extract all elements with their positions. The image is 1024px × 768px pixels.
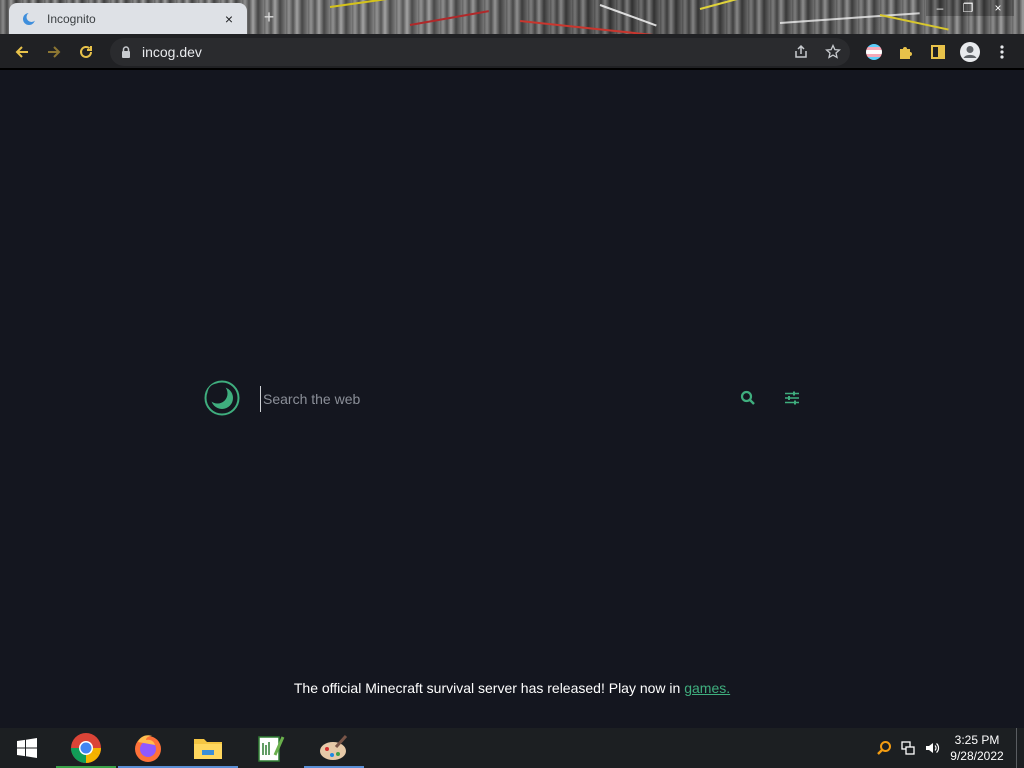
taskbar-notepad[interactable] [240,728,300,768]
tab-title: Incognito [47,11,96,26]
extension-flag-button[interactable] [862,40,886,64]
flag-extension-icon [866,44,882,60]
share-icon [795,44,807,58]
puzzle-icon [900,47,912,59]
search-bar [204,380,814,416]
announcement-text: The official Minecraft survival server h… [293,680,685,696]
url-text: incog.dev [142,44,202,60]
lock-icon [122,46,130,58]
search-icon [740,390,755,405]
page-content: The official Minecraft survival server h… [0,70,1024,728]
reload-icon [80,45,92,58]
firefox-icon [135,735,161,762]
clock-date: 9/28/2022 [950,749,1004,763]
arrow-left-icon [15,46,28,58]
paint-icon [320,734,348,760]
taskbar-firefox[interactable] [118,728,178,768]
games-link[interactable]: games. [684,680,730,696]
search-settings-button[interactable] [782,388,802,408]
new-tab-button[interactable]: + [259,7,279,27]
windows-logo-icon [17,738,37,758]
search-tray-icon[interactable] [874,738,894,758]
kebab-menu-icon [1000,45,1004,59]
browser-toolbar: incog.dev [0,34,1024,70]
profile-button[interactable] [958,40,982,64]
system-clock[interactable]: 3:25 PM 9/28/2022 [944,732,1010,764]
start-button[interactable] [0,728,54,768]
side-panel-icon [931,45,945,59]
bookmark-button[interactable] [821,40,845,64]
share-button[interactable] [789,40,813,64]
reload-button[interactable] [74,40,98,64]
moon-favicon-icon [23,11,37,25]
star-icon [825,44,841,59]
speaker-icon [926,743,940,753]
taskbar-chrome[interactable] [56,728,116,768]
network-icon [901,741,915,755]
show-desktop-button[interactable] [1016,728,1017,768]
tab-incognito[interactable]: Incognito × [9,3,247,34]
taskbar-paint[interactable] [304,728,364,768]
moon-logo-icon [204,380,240,416]
chrome-icon [70,733,102,763]
magnifier-icon [877,741,891,755]
notepad-icon [258,736,285,762]
clock-time: 3:25 PM [954,733,1000,747]
tab-strip: Incognito × + – ❐ × [0,0,1024,34]
taskbar-file-explorer[interactable] [178,728,238,768]
back-button[interactable] [10,40,34,64]
taskbar: 3:25 PM 9/28/2022 [0,728,1024,768]
address-bar[interactable]: incog.dev [110,38,850,66]
arrow-right-icon [48,46,61,58]
extensions-button[interactable] [894,40,918,64]
side-panel-button[interactable] [926,40,950,64]
search-input[interactable] [260,386,720,412]
menu-button[interactable] [990,40,1014,64]
sliders-icon [785,391,799,405]
search-button[interactable] [738,388,758,408]
window-close-button[interactable]: × [982,0,1014,16]
forward-button[interactable] [42,40,66,64]
tab-close-icon[interactable]: × [221,11,237,27]
volume-tray-icon[interactable] [922,738,942,758]
minimize-button[interactable]: – [926,0,954,16]
restore-button[interactable]: ❐ [954,0,982,16]
folder-icon [194,739,222,759]
network-tray-icon[interactable] [898,738,918,758]
avatar-icon [960,42,980,62]
announcement: The official Minecraft survival server h… [0,680,1024,696]
